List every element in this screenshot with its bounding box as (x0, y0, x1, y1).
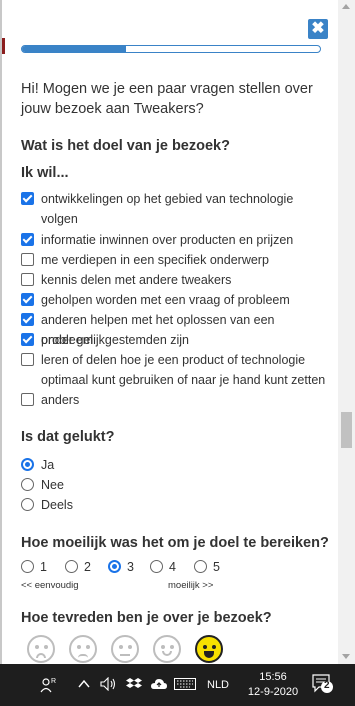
goal-option-label: me verdiepen in een specifiek onderwerp (41, 253, 269, 267)
progress-bar (21, 45, 321, 53)
question-success-title: Is dat gelukt? (21, 429, 115, 445)
checkbox[interactable] (21, 353, 34, 366)
scroll-thumb[interactable] (341, 412, 352, 448)
checkbox[interactable] (21, 393, 34, 406)
difficulty-label: 1 (40, 560, 47, 574)
svg-text:R: R (51, 678, 56, 685)
satisfaction-faces (27, 635, 227, 664)
question-difficulty-title: Hoe moeilijk was het om je doel te berei… (21, 535, 329, 551)
goal-option[interactable]: kennis delen met andere tweakers (21, 270, 326, 290)
radio-button[interactable] (194, 560, 207, 573)
difficulty-scale: 1 2 3 4 5 (21, 558, 241, 578)
difficulty-label: 2 (84, 560, 91, 574)
radio-button[interactable] (65, 560, 78, 573)
checkbox[interactable] (21, 253, 34, 266)
people-icon[interactable]: R (40, 676, 58, 694)
question-goal-subtitle: Ik wil... (21, 165, 69, 181)
checkbox[interactable] (21, 313, 34, 326)
difficulty-label: 5 (213, 560, 220, 574)
difficulty-label: 3 (127, 560, 134, 574)
success-option-label: Deels (41, 498, 73, 512)
success-option[interactable]: Deels (21, 495, 326, 515)
goal-option[interactable]: ontwikkelingen op het gebied van technol… (21, 189, 326, 229)
difficulty-hint-high: moeilijk >> (168, 580, 214, 591)
close-button[interactable]: ✖ (308, 19, 328, 39)
radio-button[interactable] (21, 458, 34, 471)
radio-button[interactable] (21, 498, 34, 511)
left-accent-bar (2, 38, 5, 54)
dropbox-icon[interactable] (126, 677, 142, 691)
unhappy-face-icon[interactable] (69, 635, 97, 663)
smile-face-icon[interactable] (153, 635, 181, 663)
very-unhappy-face-icon[interactable] (27, 635, 55, 663)
radio-button[interactable] (21, 478, 34, 491)
happy-face-icon[interactable] (195, 635, 223, 663)
goal-option-label: leren of delen hoe je een product of tec… (41, 353, 326, 387)
scrollbar[interactable] (338, 0, 355, 664)
goal-option[interactable]: anders (21, 390, 326, 410)
goal-option-label: anders (41, 393, 80, 407)
goal-option[interactable]: geholpen worden met een vraag of problee… (21, 290, 326, 310)
neutral-face-icon[interactable] (111, 635, 139, 663)
question-goal-title: Wat is het doel van je bezoek? (21, 138, 230, 154)
success-option-label: Nee (41, 478, 64, 492)
clock-date: 12-9-2020 (247, 686, 299, 698)
clock[interactable]: 15:56 12-9-2020 (243, 670, 303, 700)
radio-button[interactable] (21, 560, 34, 573)
scroll-down-arrow-icon[interactable] (342, 654, 350, 659)
clock-time: 15:56 (259, 671, 287, 683)
checkbox[interactable] (21, 192, 34, 205)
success-option-label: Ja (41, 458, 55, 472)
goal-option-label: ontwikkelingen op het gebied van technol… (41, 192, 294, 226)
intro-text: Hi! Mogen we je een paar vragen stellen … (21, 81, 313, 117)
radio-button[interactable] (150, 560, 163, 573)
radio-button[interactable] (108, 560, 121, 573)
checkbox[interactable] (21, 293, 34, 306)
progress-fill (22, 46, 127, 52)
goal-option[interactable]: leren of delen hoe je een product of tec… (21, 350, 326, 390)
notification-count: 2 (324, 680, 330, 691)
success-option[interactable]: Ja (21, 455, 326, 475)
goal-option[interactable]: onder gelijkgestemden zijn (21, 330, 326, 350)
question-satisfaction-title: Hoe tevreden ben je over je bezoek? (21, 610, 272, 626)
success-option[interactable]: Nee (21, 475, 326, 495)
checkbox[interactable] (21, 273, 34, 286)
scroll-up-arrow-icon[interactable] (342, 4, 350, 9)
goal-option[interactable]: informatie inwinnen over producten en pr… (21, 230, 326, 250)
volume-icon[interactable] (100, 677, 118, 691)
goal-option-label: informatie inwinnen over producten en pr… (41, 233, 294, 247)
goal-option-label: onder gelijkgestemden zijn (41, 333, 190, 347)
language-indicator[interactable]: NLD (207, 679, 229, 691)
goal-option-label: geholpen worden met een vraag of problee… (41, 293, 290, 307)
goal-option-label: kennis delen met andere tweakers (41, 273, 232, 287)
goal-option[interactable]: me verdiepen in een specifiek onderwerp (21, 250, 326, 270)
checkbox[interactable] (21, 333, 34, 346)
survey-panel: ✖ Hi! Mogen we je een paar vragen stelle… (0, 0, 338, 664)
keyboard-icon[interactable] (174, 678, 196, 690)
cloud-upload-icon[interactable] (150, 677, 168, 691)
chevron-up-icon[interactable] (78, 679, 90, 689)
checkbox[interactable] (21, 233, 34, 246)
taskbar: R NLD 15:56 12-9-2020 2 (0, 664, 355, 706)
difficulty-label: 4 (169, 560, 176, 574)
difficulty-hint-low: << eenvoudig (21, 580, 79, 591)
notification-center-icon[interactable]: 2 (312, 674, 334, 694)
